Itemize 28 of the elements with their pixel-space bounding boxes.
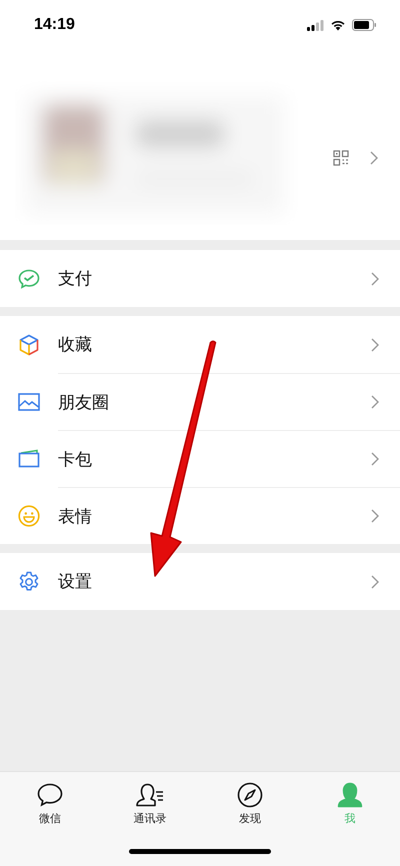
status-time: 14:19	[34, 16, 75, 34]
chevron-icon	[371, 452, 379, 466]
person-icon	[337, 782, 363, 808]
chat-check-icon	[18, 268, 40, 288]
settings-icon	[18, 570, 40, 592]
signal-icon	[307, 20, 324, 30]
tab[interactable]: 发现	[200, 772, 300, 832]
wallet-icon	[18, 449, 40, 468]
image-icon	[18, 392, 40, 410]
tab[interactable]: 微信	[0, 772, 100, 832]
tab[interactable]: 通讯录	[100, 772, 200, 832]
contacts-icon	[135, 782, 165, 808]
chevron-icon	[371, 509, 379, 523]
chat-bubble-icon	[37, 782, 63, 808]
compass-icon	[237, 782, 263, 808]
menu-item[interactable]: 收藏	[0, 316, 400, 373]
wifi-icon	[330, 19, 346, 31]
menu-item[interactable]: 设置	[0, 553, 400, 610]
chevron-icon	[371, 272, 379, 286]
smiley-icon	[18, 504, 40, 526]
chevron-icon[interactable]	[370, 150, 378, 164]
chevron-icon	[371, 395, 379, 409]
chevron-icon	[371, 574, 379, 588]
chevron-icon	[371, 338, 379, 352]
battery-icon	[352, 19, 377, 31]
qr-code-icon[interactable]	[333, 150, 349, 166]
cube-icon	[19, 334, 39, 356]
menu-item[interactable]: 支付	[0, 250, 400, 307]
